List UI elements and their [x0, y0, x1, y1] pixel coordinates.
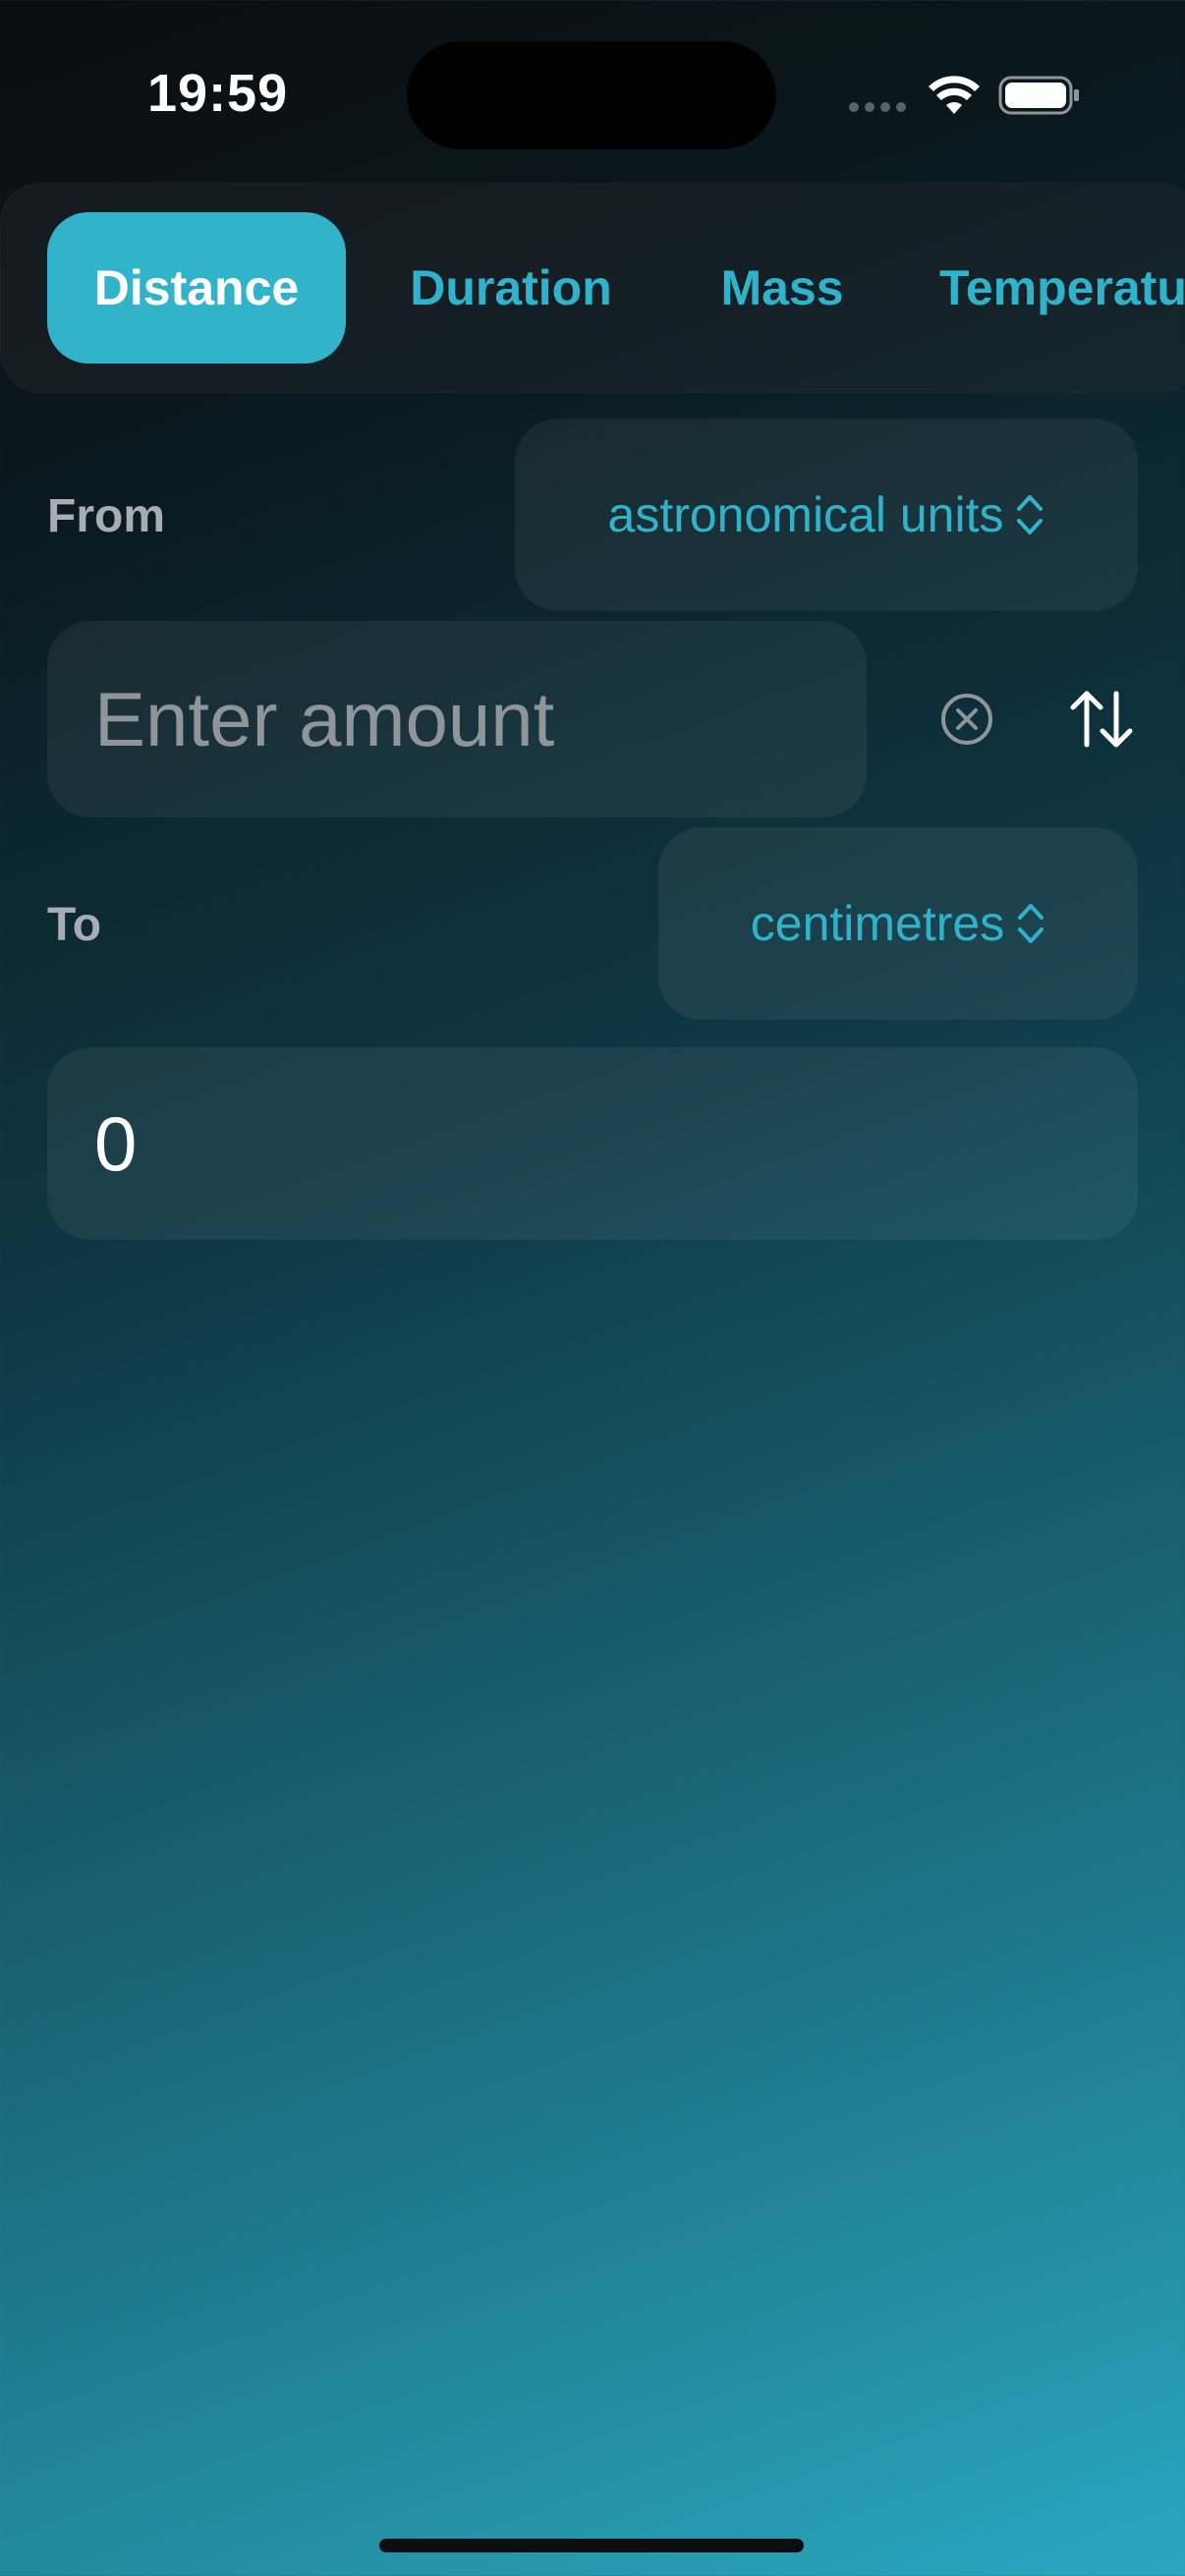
result-field: 0	[47, 1047, 1138, 1240]
result-value: 0	[94, 1099, 138, 1187]
amount-input[interactable]	[47, 621, 867, 817]
category-tabs: Distance Duration Mass Temperatu	[0, 183, 1185, 393]
battery-icon	[998, 76, 1079, 115]
dynamic-island	[407, 41, 776, 149]
from-label: From	[47, 490, 165, 542]
chevrons-up-down-icon	[1018, 904, 1044, 943]
from-unit-picker[interactable]: astronomical units	[515, 419, 1138, 611]
wifi-icon	[929, 76, 980, 114]
to-unit-picker[interactable]: centimetres	[658, 827, 1138, 1020]
to-unit-label: centimetres	[750, 896, 1005, 951]
clear-circle-icon[interactable]	[939, 692, 994, 747]
home-indicator[interactable]	[379, 2539, 804, 2552]
tab-mass[interactable]: Mass	[704, 212, 861, 364]
status-time: 19:59	[147, 64, 289, 123]
tab-duration[interactable]: Duration	[393, 212, 629, 364]
from-unit-label: astronomical units	[607, 487, 1004, 542]
cellular-signal-icon	[849, 102, 912, 116]
status-bar: 19:59	[0, 0, 1185, 187]
chevrons-up-down-icon	[1017, 495, 1044, 534]
tab-distance[interactable]: Distance	[47, 212, 346, 364]
swap-arrows-icon[interactable]	[1067, 688, 1136, 751]
tab-temperature[interactable]: Temperatu	[939, 212, 1185, 364]
to-label: To	[47, 899, 102, 951]
